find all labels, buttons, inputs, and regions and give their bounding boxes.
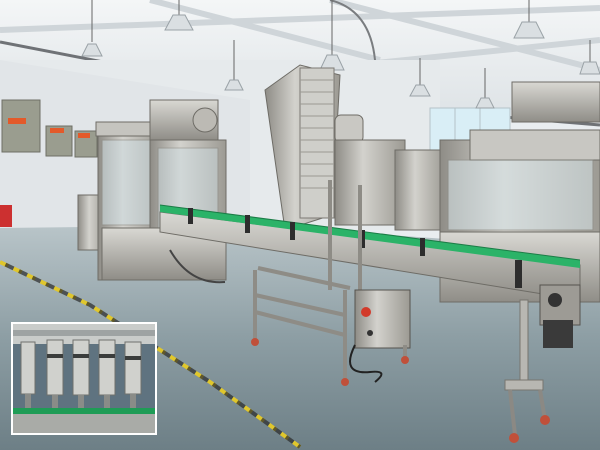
filling-nozzles-image (13, 324, 155, 433)
filling-machine-left (77, 99, 227, 281)
factory-scene (0, 0, 600, 450)
inset-nozzle-closeup (11, 322, 157, 435)
